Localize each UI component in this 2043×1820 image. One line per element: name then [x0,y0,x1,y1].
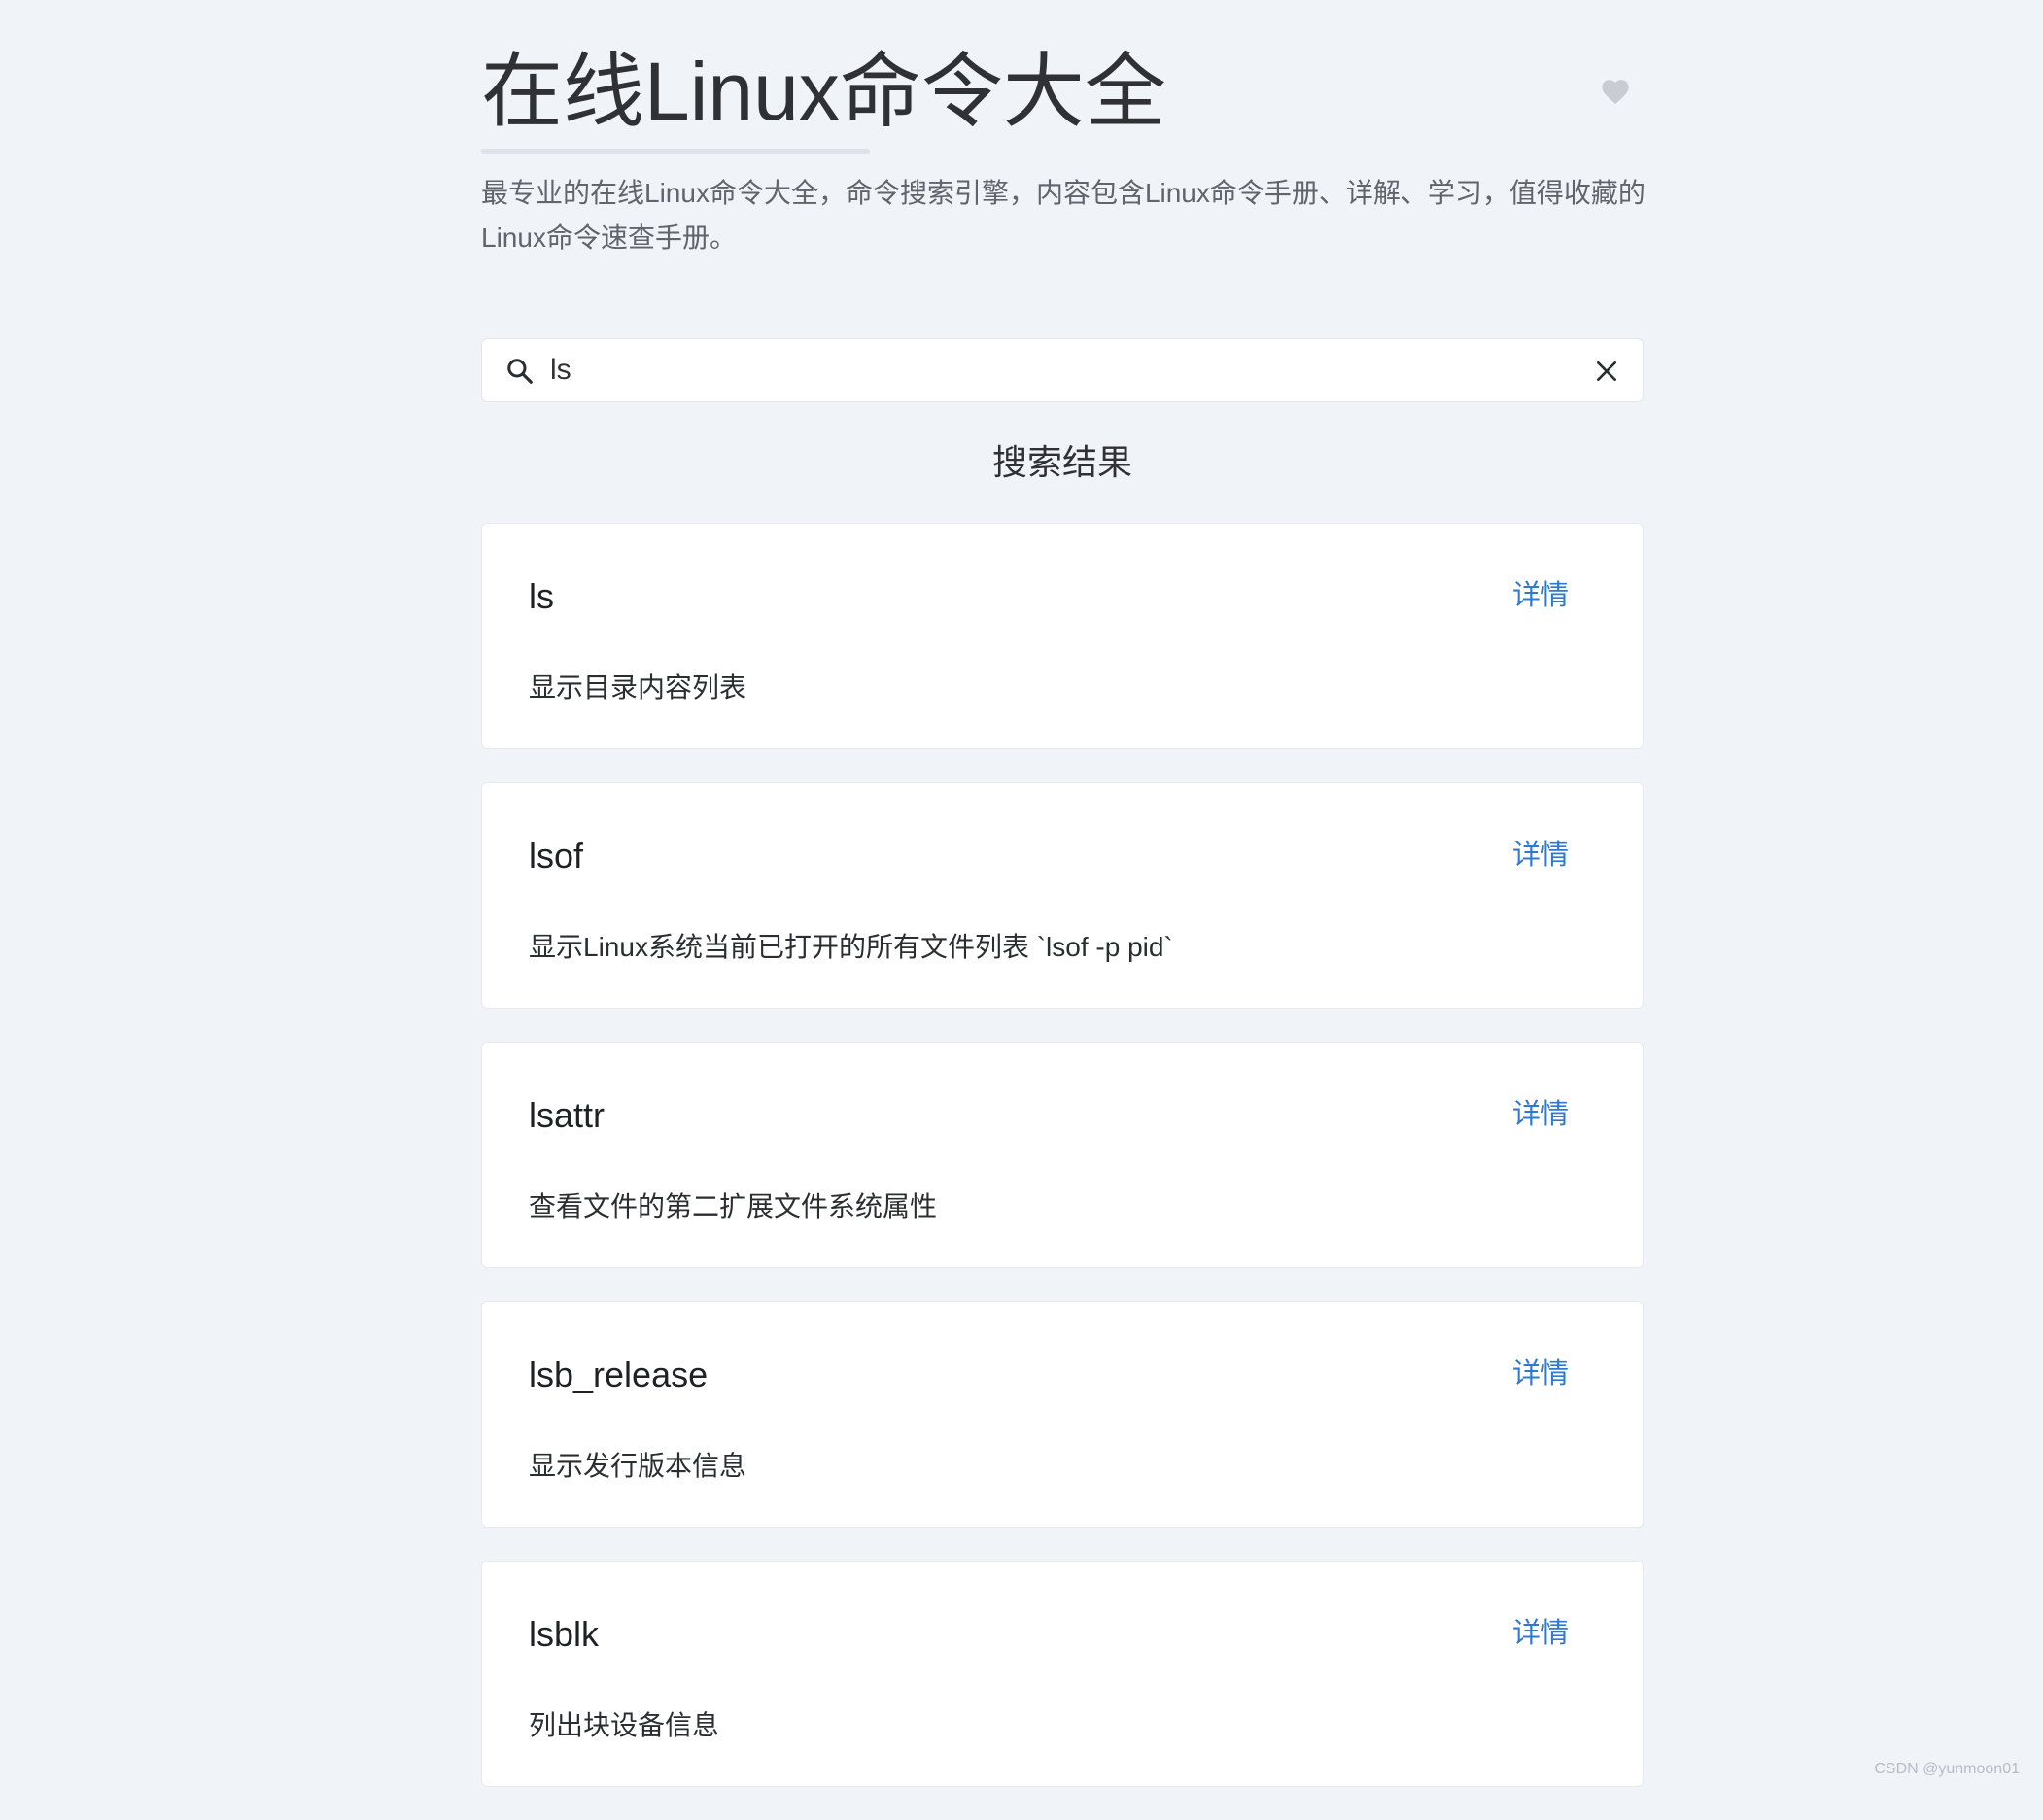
page-title: 在线Linux命令大全 [481,46,1166,137]
command-description: 显示Linux系统当前已打开的所有文件列表 `lsof -p pid` [529,932,1173,962]
search-box[interactable] [481,338,1644,402]
results-heading: 搜索结果 [991,442,1132,482]
command-name[interactable]: lsblk [529,1610,599,1659]
command-description: 列出块设备信息 [529,1710,720,1740]
command-name[interactable]: lsb_release [529,1351,708,1399]
result-card: lsb_release 详情 显示发行版本信息 [481,1301,1644,1528]
command-name[interactable]: lsattr [529,1091,605,1140]
result-card: ls 详情 显示目录内容列表 [481,523,1644,749]
result-list: ls 详情 显示目录内容列表 lsof 详情 显示Linux系统当前已打开的所有… [481,523,1645,1820]
result-card: lsattr 详情 查看文件的第二扩展文件系统属性 [481,1042,1644,1268]
close-icon[interactable] [1594,359,1619,384]
page: 在线Linux命令大全 最专业的在线Linux命令大全，命令搜索引擎，内容包含L… [481,0,1645,1787]
detail-link[interactable]: 详情 [1512,574,1569,617]
search-icon [507,359,533,384]
search-input[interactable] [550,349,1551,392]
command-name[interactable]: lsof [529,832,583,880]
detail-link[interactable]: 详情 [1512,1612,1569,1655]
detail-link[interactable]: 详情 [1512,1093,1569,1136]
command-description: 查看文件的第二扩展文件系统属性 [529,1191,938,1221]
command-name[interactable]: ls [529,572,554,621]
detail-link[interactable]: 详情 [1512,834,1569,876]
result-card: lsblk 详情 列出块设备信息 [481,1561,1644,1787]
command-description: 显示发行版本信息 [529,1451,747,1481]
title-underline [481,149,870,154]
watermark: CSDN @yunmoon01 [1874,1761,2020,1777]
header: 在线Linux命令大全 最专业的在线Linux命令大全，命令搜索引擎，内容包含L… [481,0,1645,282]
command-description: 显示目录内容列表 [529,672,747,703]
result-card: lsof 详情 显示Linux系统当前已打开的所有文件列表 `lsof -p p… [481,782,1644,1009]
heart-icon[interactable] [1599,76,1632,105]
detail-link[interactable]: 详情 [1512,1353,1569,1395]
page-subtitle: 最专业的在线Linux命令大全，命令搜索引擎，内容包含Linux命令手册、详解、… [481,178,1645,253]
